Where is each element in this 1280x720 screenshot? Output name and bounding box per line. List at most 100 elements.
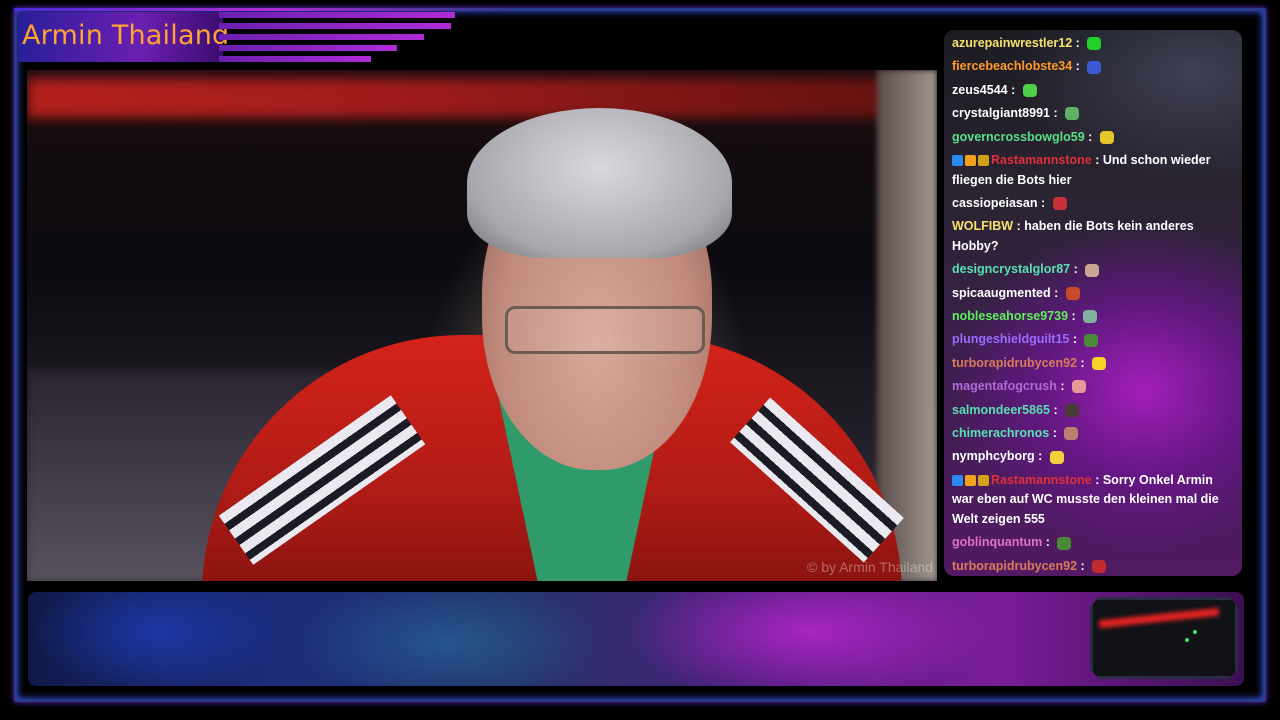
- camera-green-light: [1185, 638, 1189, 642]
- chat-message: Rastamannstone : Sorry Onkel Armin war e…: [950, 469, 1236, 532]
- watermark: © by Armin Thailand: [806, 559, 933, 575]
- chat-message: chimerachronos :: [950, 422, 1236, 445]
- camera-red-light: [1098, 607, 1220, 629]
- chat-username[interactable]: chimerachronos: [952, 426, 1049, 440]
- chat-message: magentafogcrush :: [950, 375, 1236, 398]
- chat-message: nymphcyborg :: [950, 445, 1236, 468]
- chat-separator: :: [1049, 106, 1062, 121]
- chat-separator: :: [1091, 472, 1103, 487]
- pink-emote-icon: [1072, 380, 1086, 394]
- chat-message: nobleseahorse9739 :: [950, 305, 1236, 328]
- chat-message: Rastamannstone : Und schon wieder fliege…: [950, 149, 1236, 192]
- person-hair: [467, 108, 732, 258]
- chat-username[interactable]: plungeshieldguilt15: [952, 332, 1069, 346]
- chat-separator: :: [1077, 558, 1089, 573]
- frog-emote-icon: [1057, 536, 1072, 550]
- chat-username[interactable]: nobleseahorse9739: [952, 309, 1068, 323]
- chat-message: salmondeer5865 :: [950, 399, 1236, 422]
- chat-separator: :: [1077, 355, 1089, 370]
- badge-icon: [965, 475, 976, 487]
- chat-list: azurepainwrestler12 : fiercebeachlobste3…: [944, 30, 1242, 576]
- ball-emote-icon: [1087, 60, 1102, 74]
- bottom-banner: [28, 592, 1244, 686]
- chat-username[interactable]: nymphcyborg: [952, 449, 1035, 463]
- chat-username[interactable]: salmondeer5865: [952, 403, 1050, 417]
- cat-emote-icon: [1083, 310, 1098, 324]
- chat-username[interactable]: magentafogcrush: [952, 379, 1057, 393]
- chat-message: turborapidrubycen92 :: [950, 555, 1236, 576]
- star-emote-icon: [1049, 450, 1064, 464]
- chat-panel[interactable]: azurepainwrestler12 : fiercebeachlobste3…: [944, 30, 1242, 576]
- chat-message: spicaaugmented :: [950, 282, 1236, 305]
- banner-stripe: [219, 45, 397, 51]
- chat-message: plungeshieldguilt15 :: [950, 328, 1236, 351]
- chat-separator: :: [1072, 59, 1084, 74]
- chat-separator: :: [1072, 36, 1084, 50]
- banner-stripe: [219, 34, 424, 40]
- pacman-emote-icon: [1092, 357, 1107, 371]
- chat-separator: :: [1084, 129, 1096, 144]
- chat-separator: :: [1013, 219, 1025, 234]
- chat-username[interactable]: governcrossbowglo59: [952, 130, 1085, 144]
- chat-message: crystalgiant8991 :: [950, 102, 1236, 125]
- dots-emote-icon: [1065, 107, 1080, 121]
- chat-username[interactable]: crystalgiant8991: [952, 106, 1050, 120]
- chat-username[interactable]: goblinquantum: [952, 535, 1042, 549]
- chat-username[interactable]: WOLFIBW: [952, 219, 1013, 233]
- text-emote-icon: [1092, 560, 1107, 573]
- face-emote-icon: [1085, 263, 1100, 277]
- chat-username[interactable]: spicaaugmented: [952, 286, 1051, 300]
- chat-separator: :: [1069, 332, 1081, 347]
- chat-separator: :: [1042, 535, 1054, 550]
- chat-separator: :: [1034, 449, 1046, 464]
- chat-message: zeus4544 :: [950, 79, 1236, 102]
- badge-icon: [965, 155, 976, 167]
- green-gem-emote-icon: [1022, 83, 1037, 97]
- chat-username[interactable]: Rastamannstone: [991, 473, 1092, 487]
- chat-message: goblinquantum :: [950, 531, 1236, 554]
- chat-username[interactable]: azurepainwrestler12: [952, 36, 1072, 50]
- red-box-emote-icon: [1065, 286, 1080, 300]
- red-face-emote-icon: [1052, 197, 1067, 211]
- banana-emote-icon: [1099, 130, 1114, 144]
- chat-message: WOLFIBW : haben die Bots kein anderes Ho…: [950, 215, 1236, 258]
- chat-separator: :: [1050, 285, 1062, 300]
- green-blob-emote-icon: [1087, 37, 1102, 51]
- chat-separator: :: [1049, 402, 1062, 417]
- chat-separator: :: [1070, 262, 1082, 277]
- chat-username[interactable]: turborapidrubycen92: [952, 356, 1077, 370]
- chat-message: governcrossbowglo59 :: [950, 126, 1236, 149]
- crown-badge-icon: [978, 475, 989, 487]
- chat-username[interactable]: turborapidrubycen92: [952, 559, 1077, 573]
- banner-stripe: [219, 56, 371, 62]
- dark-face-emote-icon: [1065, 403, 1080, 417]
- secondary-camera-preview: [1090, 597, 1238, 679]
- banner-stripe: [219, 12, 455, 18]
- camera-green-light: [1193, 630, 1197, 634]
- webcam-video[interactable]: © by Armin Thailand: [27, 70, 937, 581]
- chat-separator: :: [1056, 379, 1068, 394]
- chat-message: designcrystalglor87 :: [950, 258, 1236, 281]
- badge-icon: [952, 155, 963, 167]
- chat-username[interactable]: zeus4544: [952, 83, 1008, 97]
- chat-separator: :: [1068, 309, 1080, 324]
- person-glasses: [505, 306, 705, 354]
- hand-emote-icon: [1064, 427, 1079, 441]
- banner-stripe: [219, 23, 451, 29]
- crown-badge-icon: [978, 155, 989, 167]
- chat-username[interactable]: Rastamannstone: [991, 153, 1092, 167]
- background-red-shelf: [27, 78, 907, 118]
- chat-separator: :: [1007, 82, 1019, 97]
- chat-separator: :: [1091, 152, 1103, 167]
- chat-message: azurepainwrestler12 :: [950, 32, 1236, 55]
- chat-separator: :: [1037, 195, 1049, 210]
- chat-username[interactable]: fiercebeachlobste34: [952, 59, 1072, 73]
- chat-message: turborapidrubycen92 :: [950, 352, 1236, 375]
- badge-icon: [952, 475, 963, 487]
- chat-message: fiercebeachlobste34 :: [950, 55, 1236, 78]
- frog-emote-icon: [1084, 333, 1099, 347]
- chat-username[interactable]: cassiopeiasan: [952, 196, 1037, 210]
- chat-message: cassiopeiasan :: [950, 192, 1236, 215]
- channel-title: Armin Thailand: [22, 20, 230, 51]
- chat-username[interactable]: designcrystalglor87: [952, 262, 1070, 276]
